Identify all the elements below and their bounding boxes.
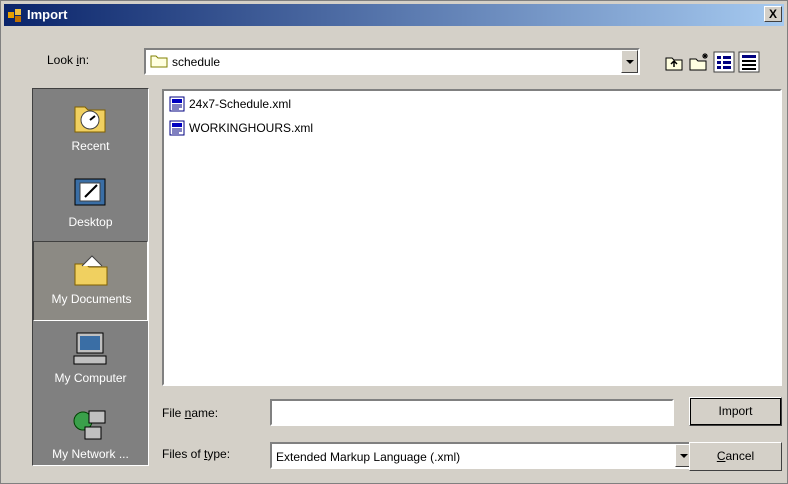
my-network-icon (73, 410, 106, 440)
file-name-input[interactable] (270, 399, 674, 426)
window-title: Import (27, 7, 68, 22)
file-type-label: Files of type: (162, 447, 231, 461)
my-documents-icon (74, 255, 108, 286)
place-my-computer[interactable]: My Computer (33, 321, 148, 397)
place-my-documents[interactable]: My Documents (33, 241, 148, 321)
import-app-icon (8, 9, 21, 22)
import-dialog: Import X Look in: schedule Recent Deskto… (0, 0, 788, 484)
xml-file-icon (169, 120, 185, 136)
look-in-label: Look in: (47, 53, 90, 67)
place-desktop-label: Desktop (68, 215, 113, 229)
file-type-value: Extended Markup Language (.xml) (276, 450, 461, 464)
places-bar: Recent Desktop My Documents My Computer … (32, 88, 149, 466)
place-my-network[interactable]: My Network ... (33, 397, 148, 465)
desktop-icon (74, 178, 106, 206)
close-button[interactable]: X (764, 6, 782, 22)
list-view-icon[interactable] (713, 51, 735, 73)
up-one-level-icon[interactable] (663, 51, 685, 73)
new-folder-icon[interactable] (688, 51, 710, 73)
place-recent-label: Recent (71, 139, 110, 153)
file-name: WORKINGHOURS.xml (189, 121, 313, 135)
title-bar[interactable]: Import X (4, 4, 784, 26)
file-name-label: File name: (162, 406, 219, 420)
file-list[interactable]: 24x7-Schedule.xml WORKINGHOURS.xml (162, 89, 782, 386)
file-name: 24x7-Schedule.xml (189, 97, 292, 111)
cancel-button[interactable]: Cancel (689, 442, 782, 471)
look-in-value: schedule (172, 55, 221, 69)
details-view-icon[interactable] (738, 51, 760, 73)
look-in-dropdown-button[interactable] (621, 50, 638, 73)
folder-icon (150, 55, 168, 68)
look-in-combo[interactable]: schedule (144, 48, 640, 75)
place-my-network-label: My Network ... (52, 447, 129, 461)
import-button[interactable]: Import (689, 397, 782, 426)
xml-file-icon (169, 96, 185, 112)
my-computer-icon (73, 332, 107, 365)
place-recent[interactable]: Recent (33, 89, 148, 165)
place-my-documents-label: My Documents (51, 292, 132, 306)
recent-icon (74, 106, 106, 133)
place-desktop[interactable]: Desktop (33, 165, 148, 241)
file-type-combo[interactable]: Extended Markup Language (.xml) (270, 442, 694, 469)
place-my-computer-label: My Computer (54, 371, 127, 385)
